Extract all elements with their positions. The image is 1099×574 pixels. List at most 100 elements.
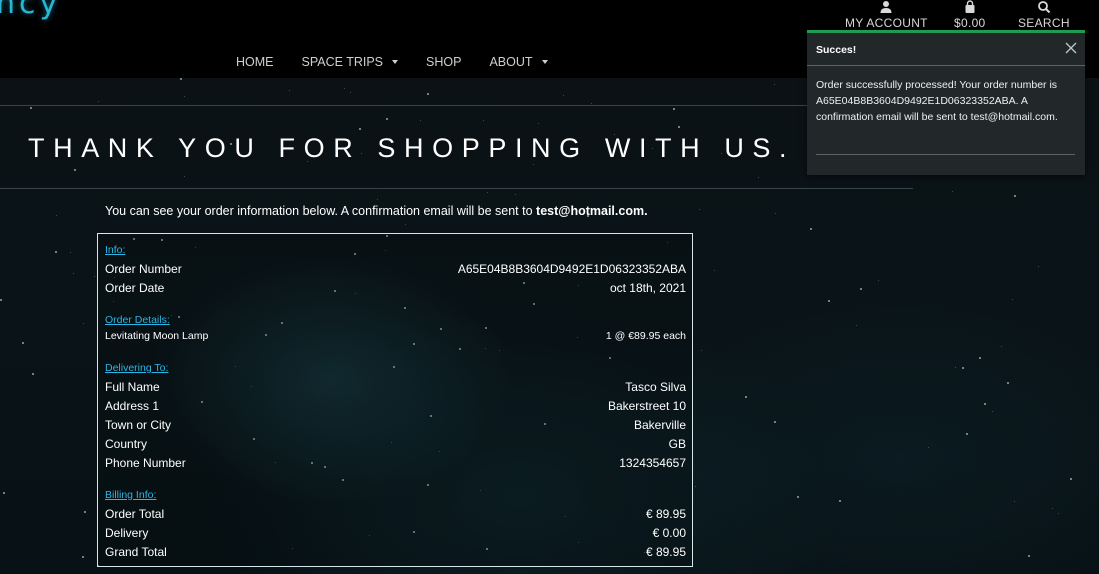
star-decoration (56, 215, 57, 216)
nav-space-trips-label: SPACE TRIPS (301, 55, 384, 69)
star-decoration (955, 367, 956, 368)
star-decoration (73, 273, 74, 274)
nav-about-label: ABOUT (489, 55, 533, 69)
star-decoration (386, 118, 388, 120)
star-decoration (22, 342, 24, 344)
star-decoration (82, 556, 84, 558)
star-decoration (1012, 299, 1013, 300)
star-decoration (860, 288, 862, 290)
info-section-title: Info: (105, 244, 126, 256)
star-decoration (928, 447, 929, 448)
toast-divider (816, 154, 1075, 155)
star-decoration (966, 433, 968, 435)
town-value: Bakerville (633, 418, 686, 432)
address1-value: Bakerstreet 10 (607, 399, 686, 413)
star-decoration (992, 411, 993, 412)
toast-title: Succes! (816, 44, 857, 56)
search-icon (1038, 1, 1051, 14)
star-decoration (70, 252, 71, 253)
search-label: SEARCH (1018, 16, 1070, 30)
nav-space-trips[interactable]: SPACE TRIPS (302, 55, 399, 69)
success-toast: Succes! Order successfully processed! Yo… (807, 30, 1085, 175)
star-decoration (1001, 346, 1002, 347)
star-decoration (878, 280, 879, 281)
order-item-row: Levitating Moon Lamp 1 @ €89.95 each (105, 330, 686, 342)
phone-row: Phone Number 1324354657 (105, 456, 686, 470)
nav-shop[interactable]: SHOP (426, 55, 461, 69)
star-decoration (538, 123, 539, 124)
star-decoration (774, 421, 776, 423)
star-decoration (1058, 513, 1059, 514)
star-decoration (184, 176, 185, 177)
star-decoration (184, 96, 185, 97)
intro-text: You can see your order information below… (105, 204, 537, 218)
close-icon[interactable] (1064, 41, 1078, 55)
phone-label: Phone Number (105, 456, 186, 470)
star-decoration (533, 164, 534, 165)
order-summary: Info: Order Number A65E04B8B3604D9492E1D… (97, 233, 693, 567)
cart-link[interactable]: $0.00 (954, 0, 986, 30)
search-link[interactable]: SEARCH (1018, 0, 1070, 30)
star-decoration (695, 486, 696, 487)
toast-message: Order successfully processed! Your order… (816, 79, 1058, 123)
grand-total-row: Grand Total € 89.95 (105, 545, 686, 559)
billing-title: Billing Info: (105, 489, 157, 501)
order-number-value: A65E04B8B3604D9492E1D06323352ABA (457, 262, 686, 276)
order-total-value: € 89.95 (645, 507, 686, 521)
town-label: Town or City (105, 418, 172, 432)
star-decoration (427, 93, 429, 95)
star-decoration (94, 276, 95, 277)
order-date-row: Order Date oct 18th, 2021 (105, 281, 686, 295)
star-decoration (420, 120, 421, 121)
star-decoration (350, 92, 351, 93)
star-decoration (0, 299, 2, 301)
star-decoration (775, 213, 776, 214)
delivery-row: Delivery € 0.00 (105, 526, 686, 540)
star-decoration (359, 128, 361, 130)
divider-bottom (0, 188, 913, 189)
my-account-link[interactable]: MY ACCOUNT (845, 0, 928, 30)
star-decoration (774, 84, 775, 85)
country-row: Country GB (105, 437, 686, 451)
grand-total-value: € 89.95 (645, 545, 686, 559)
star-decoration (745, 396, 747, 398)
star-decoration (1014, 501, 1015, 502)
order-number-label: Order Number (105, 262, 182, 276)
star-decoration (32, 373, 34, 375)
order-details-title: Order Details: (105, 314, 170, 326)
star-decoration (83, 323, 84, 324)
nav-shop-label: SHOP (426, 55, 462, 69)
toast-divider (807, 65, 1085, 66)
star-decoration (1028, 555, 1030, 557)
item-name: Levitating Moon Lamp (105, 330, 209, 342)
star-decoration (74, 169, 76, 171)
star-decoration (1070, 478, 1072, 480)
brand-logo[interactable]: ncy (0, 0, 61, 21)
order-total-row: Order Total € 89.95 (105, 507, 686, 521)
star-decoration (30, 107, 32, 109)
star-decoration (344, 88, 345, 89)
star-decoration (405, 224, 406, 225)
star-decoration (701, 350, 702, 351)
star-decoration (591, 103, 592, 104)
star-decoration (952, 191, 953, 192)
star-decoration (55, 251, 57, 253)
delivery-label: Delivery (105, 526, 149, 540)
dropdown-caret-icon (541, 60, 548, 64)
phone-value: 1324354657 (619, 456, 686, 470)
star-decoration (828, 300, 830, 302)
star-decoration (797, 496, 799, 498)
nav-about[interactable]: ABOUT (489, 55, 548, 69)
shopping-bag-icon (965, 0, 975, 13)
order-intro-text: You can see your order information below… (105, 204, 648, 218)
order-date-value: oct 18th, 2021 (609, 281, 686, 295)
star-decoration (1052, 508, 1053, 509)
divider-top (0, 105, 913, 106)
user-icon (880, 1, 892, 13)
country-label: Country (105, 437, 148, 451)
star-decoration (1014, 195, 1016, 197)
nav-home[interactable]: HOME (236, 55, 274, 69)
order-total-label: Order Total (105, 507, 165, 521)
full-name-value: Tasco Silva (625, 380, 686, 394)
star-decoration (810, 228, 812, 230)
